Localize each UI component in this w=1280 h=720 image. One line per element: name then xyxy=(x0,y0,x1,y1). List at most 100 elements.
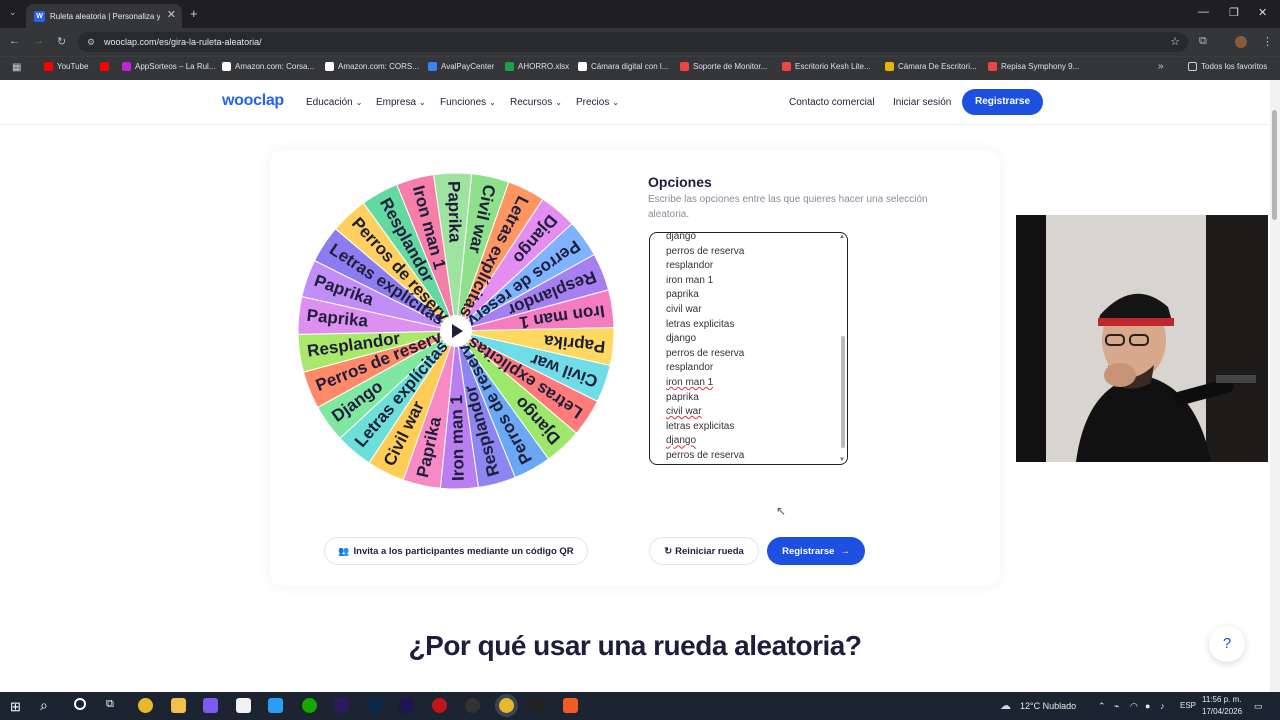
new-tab-icon[interactable]: + xyxy=(190,6,198,21)
bookmark-favicon-icon xyxy=(782,62,791,71)
bookmark-item[interactable]: YouTube xyxy=(44,62,88,71)
bookmark-item[interactable]: AppSorteos – La Rul... xyxy=(122,62,216,71)
scroll-down-icon[interactable]: ▼ xyxy=(839,457,845,463)
apps-grid-icon[interactable]: ▦ xyxy=(12,62,21,73)
tf-taskbar-icon[interactable] xyxy=(531,698,546,713)
register-cta-label: Registrarse xyxy=(782,545,835,557)
language-indicator[interactable]: ESP xyxy=(1180,701,1196,710)
bookmark-label: Soporte de Monitor... xyxy=(693,62,768,71)
bookmark-item[interactable]: Amazon.com: CORS... xyxy=(325,62,419,71)
textarea-scrollbar[interactable] xyxy=(841,336,845,448)
mic-icon[interactable]: ● xyxy=(1145,701,1150,711)
spin-wheel[interactable]: Civil warLetras explícitasDjangoPerros d… xyxy=(297,172,615,490)
page-scrollbar[interactable] xyxy=(1270,80,1280,692)
bookmark-label: Escritorio Kesh Lite... xyxy=(795,62,871,71)
bookmark-item[interactable]: Amazon.com: Corsa... xyxy=(222,62,314,71)
mail-taskbar-icon[interactable] xyxy=(268,698,283,713)
weather-text[interactable]: 12°C Nublado xyxy=(1020,701,1076,711)
site-info-icon[interactable]: ⚙ xyxy=(87,32,95,52)
register-cta-button[interactable]: Registrarse → xyxy=(767,537,865,565)
nav-item-empresa[interactable]: Empresa ⌄ xyxy=(376,97,426,108)
weather-icon[interactable]: ☁ xyxy=(1000,699,1011,712)
brave-taskbar-icon[interactable] xyxy=(563,698,578,713)
nav-item-recursos[interactable]: Recursos ⌄ xyxy=(510,97,562,108)
minimize-icon[interactable]: — xyxy=(1198,6,1209,18)
store-taskbar-icon[interactable] xyxy=(236,698,251,713)
bookmark-label: Repisa Symphony 9... xyxy=(1001,62,1080,71)
menu-icon[interactable]: ⋮ xyxy=(1262,35,1273,48)
nav-item-funciones[interactable]: Funciones ⌄ xyxy=(440,97,496,108)
chrome-taskbar-icon[interactable] xyxy=(138,698,153,713)
files-taskbar-icon[interactable] xyxy=(171,698,186,713)
qr-invite-label: Invita a los participantes mediante un c… xyxy=(353,545,574,557)
qr-invite-button[interactable]: 👥 Invita a los participantes mediante un… xyxy=(324,537,588,565)
option-line: perros de reserva xyxy=(666,347,745,359)
bookmark-label: Amazon.com: CORS... xyxy=(338,62,419,71)
profile-avatar[interactable] xyxy=(1235,36,1247,48)
chrome-active-taskbar-icon[interactable] xyxy=(499,698,514,713)
tray-chevron-icon[interactable]: ⌃ xyxy=(1098,701,1106,712)
windows-taskbar: ⊞ ⌕ ⧉ ☁ 12°C Nublado ⌃ ⌁ ◠ ● ♪ ESP 11:56… xyxy=(0,692,1280,720)
option-line: perros de reserva xyxy=(666,450,745,461)
bookmark-favicon-icon xyxy=(428,62,437,71)
bookmark-item[interactable] xyxy=(100,62,113,71)
bookmark-star-icon[interactable]: ☆ xyxy=(1170,32,1180,52)
more-bookmarks-icon[interactable]: » xyxy=(1158,61,1164,72)
wifi-icon[interactable]: ◠ xyxy=(1130,701,1138,712)
bookmark-item[interactable]: AHORRO.xlsx xyxy=(505,62,569,71)
users-icon: 👥 xyxy=(338,545,350,556)
back-icon[interactable]: ← xyxy=(9,35,20,47)
register-button[interactable]: Registrarse xyxy=(962,89,1043,115)
chevron-down-icon: ⌄ xyxy=(612,98,620,107)
restore-icon[interactable]: ❐ xyxy=(1229,6,1239,19)
options-textarea[interactable]: django perros de reserva resplandor iron ma… xyxy=(649,232,848,465)
bookmark-item[interactable]: Escritorio Kesh Lite... xyxy=(782,62,871,71)
obs-taskbar-icon[interactable] xyxy=(465,698,480,713)
tab-search-icon[interactable]: ⌄ xyxy=(9,7,17,18)
chevron-down-icon: ⌄ xyxy=(355,98,363,107)
nav-item-educacion[interactable]: Educación ⌄ xyxy=(306,97,362,108)
clock-date[interactable]: 17/04/2026 xyxy=(1202,707,1242,716)
option-line: iron man 1 xyxy=(666,377,714,388)
contact-sales-link[interactable]: Contacto comercial xyxy=(789,97,875,108)
browser-tab[interactable]: W Ruleta aleatoria | Personaliza y... ✕ xyxy=(26,4,182,28)
search-icon[interactable]: ⌕ xyxy=(40,697,48,714)
options-description: Escribe las opciones entre las que quier… xyxy=(648,194,928,220)
close-window-icon[interactable]: ✕ xyxy=(1258,6,1267,19)
login-link[interactable]: Iniciar sesión xyxy=(893,97,951,108)
scroll-up-icon[interactable]: ▲ xyxy=(839,234,845,240)
wooclap-logo[interactable]: wooclap xyxy=(222,92,284,110)
refresh-icon: ↻ xyxy=(664,545,673,557)
notifications-icon[interactable]: ▭ xyxy=(1254,701,1263,712)
bookmark-item[interactable]: Soporte de Monitor... xyxy=(680,62,767,71)
tab-bar: ⌄ W Ruleta aleatoria | Personaliza y... … xyxy=(0,0,1280,28)
url-input[interactable]: ⚙ wooclap.com/es/gira-la-ruleta-aleatori… xyxy=(78,32,1188,52)
nav-item-precios[interactable]: Precios ⌄ xyxy=(576,97,619,108)
reload-icon[interactable]: ↻ xyxy=(57,35,66,48)
copilot-taskbar-icon[interactable] xyxy=(203,698,218,713)
tab-close-icon[interactable]: ✕ xyxy=(167,8,176,21)
help-button[interactable]: ? xyxy=(1209,626,1245,662)
bookmark-item[interactable]: Cámara digital con l... xyxy=(578,62,668,71)
bookmark-favicon-icon xyxy=(44,62,53,71)
red-app-taskbar-icon[interactable] xyxy=(432,698,447,713)
page-scroll-thumb[interactable] xyxy=(1272,110,1277,220)
option-line: django xyxy=(666,232,697,242)
bookmark-item[interactable]: Cámara De Escritori... xyxy=(885,62,977,71)
bookmark-item[interactable]: AvalPayCenter xyxy=(428,62,494,71)
all-favorites[interactable]: Todos los favoritos xyxy=(1188,62,1267,71)
volume-icon[interactable]: ♪ xyxy=(1160,701,1165,711)
photoshop-taskbar-icon[interactable] xyxy=(367,698,382,713)
network-icon[interactable]: ⌁ xyxy=(1114,701,1119,712)
start-icon[interactable]: ⊞ xyxy=(10,699,21,715)
aftereffects-taskbar-icon[interactable] xyxy=(399,698,414,713)
upwork-taskbar-icon[interactable] xyxy=(302,698,317,713)
task-view-icon[interactable]: ⧉ xyxy=(106,698,114,711)
extensions-icon[interactable]: ⧉ xyxy=(1199,35,1207,48)
reset-wheel-button[interactable]: ↻ Reiniciar rueda xyxy=(649,537,759,565)
bookmark-item[interactable]: Repisa Symphony 9... xyxy=(988,62,1079,71)
premiere-taskbar-icon[interactable] xyxy=(334,698,349,713)
clock-time[interactable]: 11:56 p. m. xyxy=(1202,695,1241,704)
cortana-icon[interactable] xyxy=(74,698,86,710)
forward-icon[interactable]: → xyxy=(33,35,44,47)
